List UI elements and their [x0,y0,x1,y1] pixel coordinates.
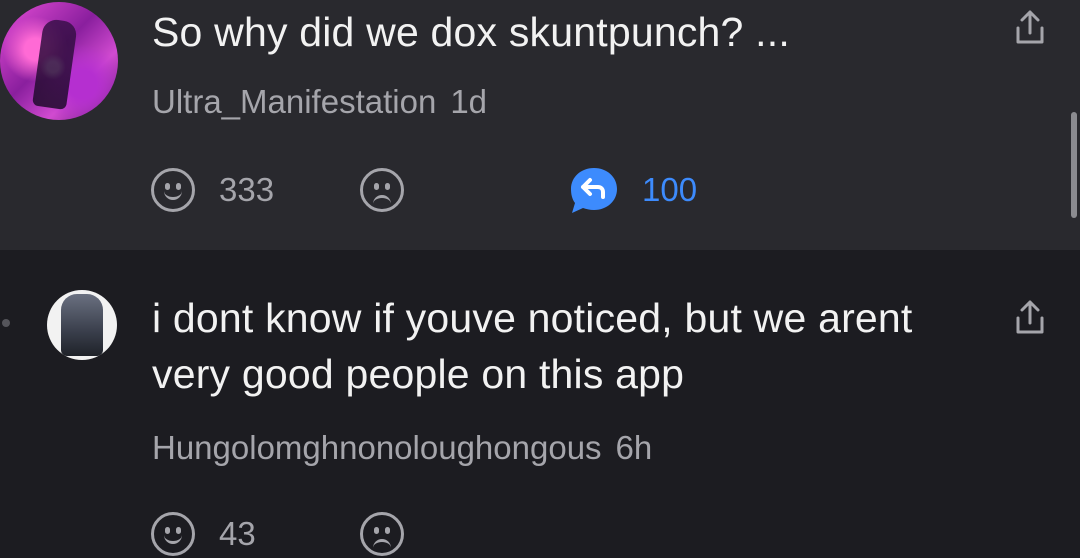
share-icon[interactable] [1010,298,1050,338]
username-link[interactable]: Hungolomghnonoloughongous [152,429,602,466]
frown-icon [360,168,404,212]
comment-text: So why did we dox skuntpunch? ... [152,9,790,55]
frown-icon [360,512,404,556]
user-avatar[interactable] [47,290,117,360]
timestamp: 6h [615,429,653,466]
avatar-figure [61,294,103,356]
replies-button[interactable]: 100 [568,165,697,215]
scrollbar[interactable] [1071,112,1077,218]
comment-meta: Hungolomghnonoloughongous 6h [152,428,652,468]
comment-text: i dont know if youve noticed, but we are… [152,295,913,397]
like-count: 333 [219,171,275,208]
parent-comment: So why did we dox skuntpunch? ... Ultra_… [0,0,1080,250]
username-link[interactable]: Ultra_Manifestation [152,83,436,120]
comment-meta: Ultra_Manifestation 1d [152,82,487,122]
user-avatar[interactable] [0,2,118,120]
timestamp: 1d [450,83,488,120]
reply-bubble-icon [571,168,617,213]
dislike-button[interactable] [360,168,404,212]
comment-thread: So why did we dox skuntpunch? ... Ultra_… [0,0,1080,558]
share-icon[interactable] [1010,8,1050,48]
avatar-figure [32,18,78,110]
smiley-icon [151,168,195,212]
thread-indicator [2,319,10,327]
dislike-button[interactable] [360,512,404,556]
reply-comment: i dont know if youve noticed, but we are… [0,250,1080,558]
like-button[interactable]: 43 [151,512,256,556]
reply-count: 100 [642,171,698,208]
smiley-icon [151,512,195,556]
like-count: 43 [219,515,256,552]
like-button[interactable]: 333 [151,168,274,212]
